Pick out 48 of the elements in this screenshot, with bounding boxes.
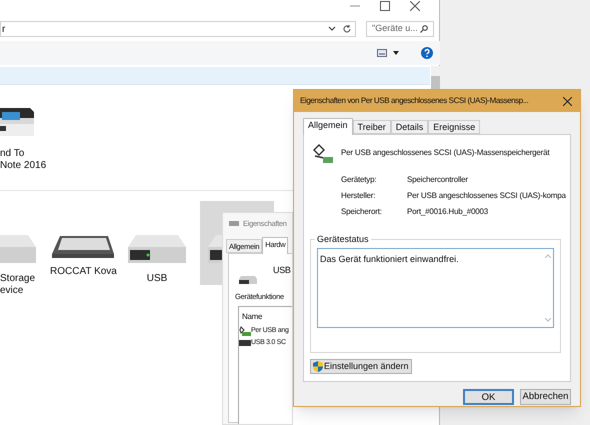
chevron-down-icon[interactable] xyxy=(328,26,336,32)
drive-icon xyxy=(239,340,251,346)
tab[interactable]: Ereignisse xyxy=(428,120,480,134)
dialog-button[interactable]: OK xyxy=(463,389,514,405)
device-tile[interactable]: Storage evice xyxy=(0,235,36,297)
refresh-icon[interactable] xyxy=(342,24,352,34)
search-placeholder: "Geräte u... xyxy=(372,22,418,36)
search-field[interactable]: "Geräte u... xyxy=(366,21,434,37)
dialog-button[interactable]: Abbrechen xyxy=(520,389,571,405)
change-settings-button[interactable]: Einstellungen ändern xyxy=(310,359,412,374)
device-label: Storage evice xyxy=(0,273,36,297)
tab[interactable]: Treiber xyxy=(352,120,391,134)
controller-icon xyxy=(239,326,251,336)
search-icon xyxy=(420,25,428,33)
column-header[interactable]: Name xyxy=(239,307,292,325)
property-label: Hersteller: xyxy=(341,191,376,201)
device-tile[interactable]: USB xyxy=(128,235,186,285)
device-name: USB xyxy=(273,264,291,277)
device-name: Per USB angeschlossenes SCSI (UAS)-Massenspeichergerät xyxy=(341,147,550,159)
device-label: nd To Note 2016 xyxy=(0,148,46,172)
shield-icon xyxy=(313,361,323,372)
address-text: r xyxy=(1,22,6,36)
close-icon[interactable] xyxy=(563,96,572,106)
dialog-title: Eigenschaften von Per USB angeschlossenes SCSI (UAS)-Massensp... xyxy=(300,95,528,107)
caret-icon[interactable] xyxy=(393,51,399,55)
device-tile[interactable]: nd To Note 2016 xyxy=(0,100,46,172)
tab[interactable]: Allgemein xyxy=(303,118,353,135)
property-label: Speicherort: xyxy=(341,207,383,217)
property-value: Per USB angeschlossenes SCSI (UAS)-kompa xyxy=(407,191,566,201)
property-value: Port_#0016.Hub_#0003 xyxy=(407,207,489,217)
device-tile[interactable]: ROCCAT Kova xyxy=(50,236,117,278)
drive-icon xyxy=(239,276,257,284)
drive-icon xyxy=(229,221,239,226)
close-icon[interactable] xyxy=(410,1,420,11)
controller-icon xyxy=(313,144,335,164)
property-value: Speichercontroller xyxy=(407,175,469,185)
address-bar[interactable]: r xyxy=(0,21,356,37)
drive-icon xyxy=(128,235,186,265)
keyboard-icon xyxy=(52,236,114,258)
status-text: Das Gerät funktioniert einwandfrei. xyxy=(320,254,459,264)
view-icon[interactable] xyxy=(377,49,387,57)
property-label: Gerätetyp: xyxy=(341,175,378,185)
device-label: USB xyxy=(146,273,168,285)
maximize-icon[interactable] xyxy=(380,1,390,11)
help-icon[interactable] xyxy=(421,47,433,59)
device-label: ROCCAT Kova xyxy=(50,266,117,278)
tab[interactable]: Details xyxy=(390,120,428,134)
drive-icon xyxy=(0,235,36,265)
